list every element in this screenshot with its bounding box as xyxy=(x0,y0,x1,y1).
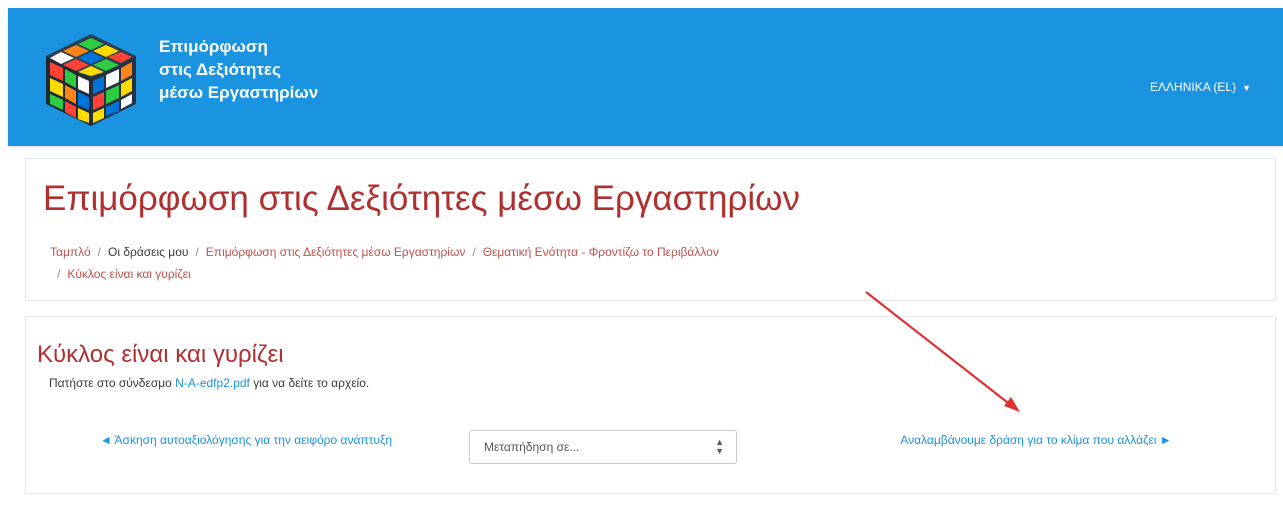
instruction-text-after: για να δείτε το αρχείο. xyxy=(253,376,370,390)
jump-to-placeholder: Μεταπήδηση σε... xyxy=(484,440,580,454)
page-title: Επιμόρφωση στις Δεξιότητες μέσω Εργαστηρ… xyxy=(43,179,801,218)
breadcrumb-item-dashboard[interactable]: Ταμπλό xyxy=(50,245,91,259)
site-title-line-1: Επιμόρφωση xyxy=(159,37,268,56)
next-activity-link[interactable]: Αναλαμβάνουμε δράση για το κλίμα που αλλ… xyxy=(866,430,1206,450)
breadcrumb-separator: / xyxy=(472,245,476,259)
instruction-text-before: Πατήστε στο σύνδεσμο xyxy=(49,376,172,390)
activity-title: Κύκλος είναι και γυρίζει xyxy=(37,341,284,368)
previous-activity-label: Άσκηση αυτοαξιολόγησης για την αειφόρο α… xyxy=(114,433,393,447)
breadcrumb-item-course[interactable]: Επιμόρφωση στις Δεξιότητες μέσω Εργαστηρ… xyxy=(206,245,466,259)
next-activity-label: Αναλαμβάνουμε δράση για το κλίμα που αλλ… xyxy=(900,433,1157,447)
rubiks-cube-logo[interactable] xyxy=(32,30,150,130)
site-title-line-2: στις Δεξιότητες xyxy=(159,60,281,79)
language-menu[interactable]: ΕΛΛΗΝΙΚΑ (EL) ▼ xyxy=(1150,80,1251,94)
activity-content-card: Κύκλος είναι και γυρίζει Πατήστε στο σύν… xyxy=(25,316,1276,494)
caret-down-icon: ▼ xyxy=(1242,83,1251,93)
jump-to-select[interactable]: Μεταπήδηση σε... ▲ ▼ xyxy=(469,430,737,464)
site-title-line-3: μέσω Εργαστηρίων xyxy=(159,83,319,102)
select-arrows-icon: ▲ ▼ xyxy=(715,437,724,456)
page-header-card: Επιμόρφωση στις Δεξιότητες μέσω Εργαστηρ… xyxy=(25,158,1276,301)
breadcrumb-separator: / xyxy=(97,245,101,259)
breadcrumb-separator: / xyxy=(195,245,199,259)
site-title[interactable]: Επιμόρφωση στις Δεξιότητες μέσω Εργαστηρ… xyxy=(159,35,318,104)
top-navbar: Επιμόρφωση στις Δεξιότητες μέσω Εργαστηρ… xyxy=(8,8,1283,146)
file-link[interactable]: N-A-edfp2.pdf xyxy=(175,376,250,390)
breadcrumb-separator: / xyxy=(57,267,61,281)
breadcrumb-item-activity[interactable]: Κύκλος είναι και γυρίζει xyxy=(67,267,190,281)
language-label: ΕΛΛΗΝΙΚΑ (EL) xyxy=(1150,80,1237,94)
right-arrow-icon: ► xyxy=(1159,433,1172,447)
previous-activity-link[interactable]: ◄ Άσκηση αυτοαξιολόγησης για την αειφόρο… xyxy=(96,430,396,450)
breadcrumb-item-section[interactable]: Θεματική Ενότητα - Φροντίζω το Περιβάλλο… xyxy=(483,245,719,259)
breadcrumb-item-my-courses[interactable]: Οι δράσεις μου xyxy=(108,245,188,259)
left-arrow-icon: ◄ xyxy=(99,433,112,447)
file-instruction: Πατήστε στο σύνδεσμο N-A-edfp2.pdf για ν… xyxy=(49,376,369,390)
breadcrumb: Ταμπλό / Οι δράσεις μου / Επιμόρφωση στις Δε… xyxy=(50,241,1250,285)
